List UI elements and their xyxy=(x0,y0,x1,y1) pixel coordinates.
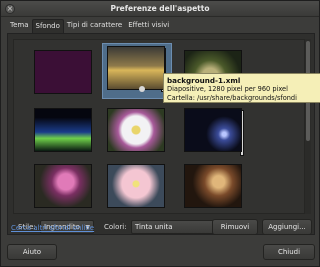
window-title: Preferenze dell'aspetto xyxy=(110,4,210,13)
wallpaper-thumbnail[interactable] xyxy=(107,108,165,152)
tooltip-folder: Cartella: /usr/share/backgrounds/sfondi xyxy=(167,94,297,102)
help-button[interactable]: Aiuto xyxy=(7,244,57,260)
tab-sfondo[interactable]: Sfondo xyxy=(31,19,64,33)
wallpaper-grid xyxy=(13,39,305,214)
tab-effetti-visivi[interactable]: Effetti visivi xyxy=(125,19,172,33)
title-bar: × Preferenze dell'aspetto xyxy=(1,1,319,17)
tab-tipi-di-carattere[interactable]: Tipi di carattere xyxy=(64,19,125,33)
grid-scrollbar[interactable] xyxy=(305,39,311,214)
wallpaper-thumbnail[interactable] xyxy=(107,164,165,208)
close-button[interactable]: Chiudi xyxy=(263,244,315,260)
tooltip-title: background-1.xml xyxy=(167,76,241,85)
appearance-preferences-window: × Preferenze dell'aspetto Tema Sfondo Ti… xyxy=(0,0,320,267)
add-button[interactable]: Aggiungi... xyxy=(262,219,312,235)
slideshow-icon xyxy=(139,86,145,92)
wallpaper-thumbnail[interactable] xyxy=(34,164,92,208)
colors-label: Colori: xyxy=(104,223,127,231)
wallpaper-thumbnail[interactable] xyxy=(184,108,242,152)
wallpaper-thumbnail-selected[interactable] xyxy=(107,46,165,90)
tooltip-dimensions: Diapositive, 1280 pixel per 960 pixel xyxy=(167,85,288,93)
wallpaper-tooltip: background-1.xml Diapositive, 1280 pixel… xyxy=(163,73,320,103)
wallpaper-thumbnail[interactable] xyxy=(34,108,92,152)
colors-value: Tinta unita xyxy=(135,223,173,231)
tab-tema[interactable]: Tema xyxy=(7,19,32,33)
wallpaper-thumbnail[interactable] xyxy=(184,164,242,208)
wallpaper-thumbnail[interactable] xyxy=(34,50,92,94)
tab-bar: Tema Sfondo Tipi di carattere Effetti vi… xyxy=(7,19,172,33)
background-tab-pane: Stile: Ingrandito ▼ Colori: Tinta unita … xyxy=(7,33,315,235)
remove-button[interactable]: Rimuovi xyxy=(212,219,258,235)
search-backgrounds-online-link[interactable]: Cerca altri sfondi online xyxy=(11,224,94,232)
